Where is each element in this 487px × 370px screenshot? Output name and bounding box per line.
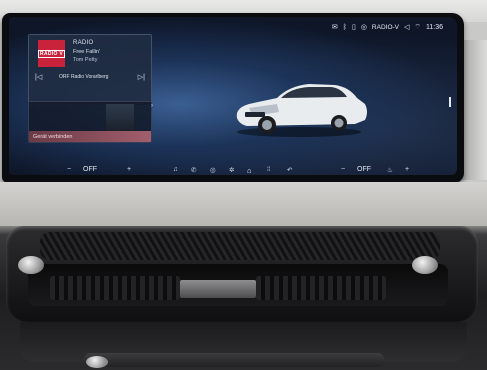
track-title: Free Fallin' <box>73 49 101 55</box>
left-temp-plus-button[interactable]: + <box>127 166 131 173</box>
vent-grille <box>40 232 440 260</box>
phone-icon[interactable]: ✆ <box>191 166 196 174</box>
seat-heat-icon[interactable]: ♨ <box>387 166 393 174</box>
navigation-icon[interactable]: ◎ <box>210 166 216 174</box>
window-pillar <box>462 40 487 180</box>
lower-knob[interactable] <box>86 356 108 368</box>
skip-previous-icon[interactable]: |◁ <box>35 73 42 81</box>
music-icon[interactable]: ♫ <box>173 166 178 173</box>
apps-icon[interactable]: ⁞⁞ <box>267 166 271 173</box>
vent-knob-right[interactable] <box>412 256 438 274</box>
back-icon[interactable]: ↶ <box>287 166 292 174</box>
status-source: RADIO-V <box>371 23 400 31</box>
infotainment-screen: ✉ ᛒ ▯ ◎ RADIO-V ◁ ⌔ 11:36 RADIO V RADIO … <box>9 17 457 175</box>
left-temp-value: OFF <box>83 166 97 173</box>
station-name: ORF Radio Vorarlberg <box>59 74 109 80</box>
wifi-icon: ⌔ <box>414 23 421 31</box>
right-temp-plus-button[interactable]: + <box>405 166 409 173</box>
menu-handle[interactable] <box>449 97 451 107</box>
radio-widget[interactable]: RADIO V RADIO Free Fallin' Tom Petty |◁ … <box>28 34 152 106</box>
media-widget[interactable]: Gerät verbinden <box>28 101 152 143</box>
status-bar: ✉ ᛒ ▯ ◎ RADIO-V ◁ ⌔ 11:36 <box>332 20 443 34</box>
status-time: 11:36 <box>426 23 443 31</box>
left-temp-minus-button[interactable]: − <box>67 166 71 173</box>
phone-icon: ▯ <box>351 24 356 31</box>
notification-icon[interactable]: ✉ <box>332 23 338 31</box>
home-icon[interactable]: ⌂ <box>247 166 252 175</box>
vent-knob-left[interactable] <box>18 256 44 274</box>
track-artist: Tom Petty <box>73 56 98 63</box>
right-temp-value: OFF <box>357 166 371 173</box>
fan-icon[interactable]: ✲ <box>229 166 234 174</box>
connect-device-label: Gerät verbinden <box>33 134 73 140</box>
station-logo: RADIO V <box>38 40 65 67</box>
dashboard-top <box>0 182 487 226</box>
right-temp-minus-button[interactable]: − <box>341 166 345 173</box>
radio-icon: ◎ <box>360 24 367 31</box>
vent-slats-right[interactable] <box>256 276 386 300</box>
vehicle-image <box>236 84 367 137</box>
radio-source-label: RADIO <box>73 40 94 46</box>
connect-device-bar[interactable]: Gerät verbinden <box>29 131 151 142</box>
vent-slats-left[interactable] <box>50 276 180 300</box>
vent-center-bar <box>180 280 256 298</box>
chevron-right-icon[interactable]: › <box>151 103 153 109</box>
skip-next-icon[interactable]: ▷| <box>138 73 145 81</box>
volume-icon: ◁ <box>404 24 410 31</box>
radio-controls: |◁ ORF Radio Vorarlberg ▷| <box>35 73 145 83</box>
lower-control-strip <box>84 353 384 367</box>
station-logo-text: RADIO V <box>38 49 65 58</box>
bottom-control-bar: − OFF + ♫ ✆ ◎ ✲ ⌂ ⁞⁞ ↶ − OFF ♨ + <box>33 164 431 175</box>
bluetooth-icon: ᛒ <box>342 23 347 31</box>
